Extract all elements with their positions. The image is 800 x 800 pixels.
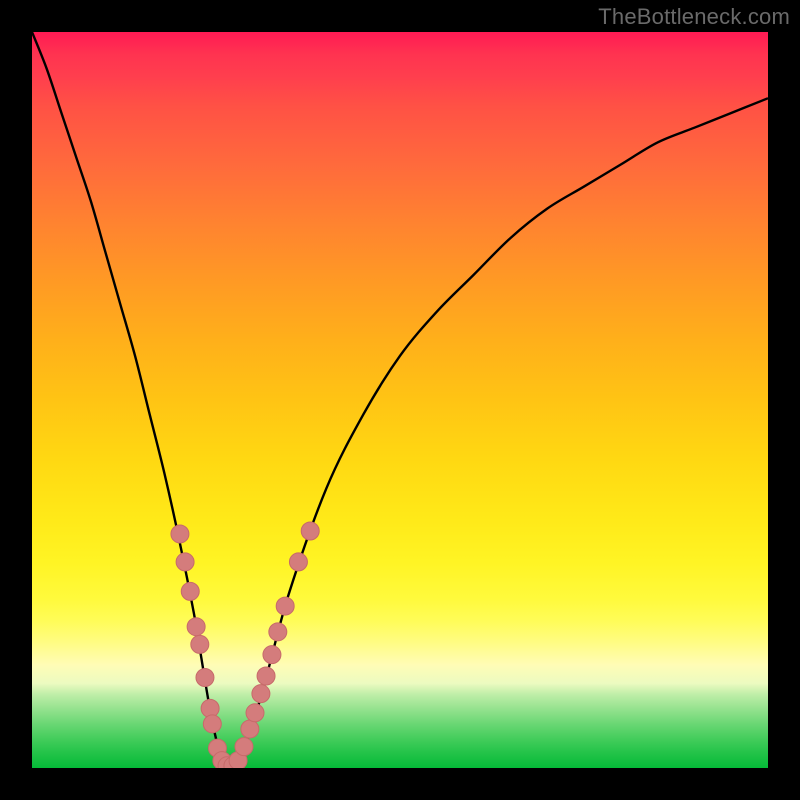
data-marker [263,646,281,664]
data-marker [196,668,214,686]
data-marker [246,704,264,722]
data-marker [176,553,194,571]
data-marker [276,597,294,615]
chart-frame: TheBottleneck.com [0,0,800,800]
data-marker [171,525,189,543]
data-marker [289,553,307,571]
data-marker [181,582,199,600]
data-marker [191,635,209,653]
plot-area [32,32,768,768]
data-marker [269,623,287,641]
data-marker [187,618,205,636]
data-marker [257,667,275,685]
data-marker [235,738,253,756]
data-marker [252,685,270,703]
bottleneck-curve [32,32,768,768]
data-marker [203,715,221,733]
data-marker [301,522,319,540]
data-marker [241,720,259,738]
watermark-text: TheBottleneck.com [598,4,790,30]
